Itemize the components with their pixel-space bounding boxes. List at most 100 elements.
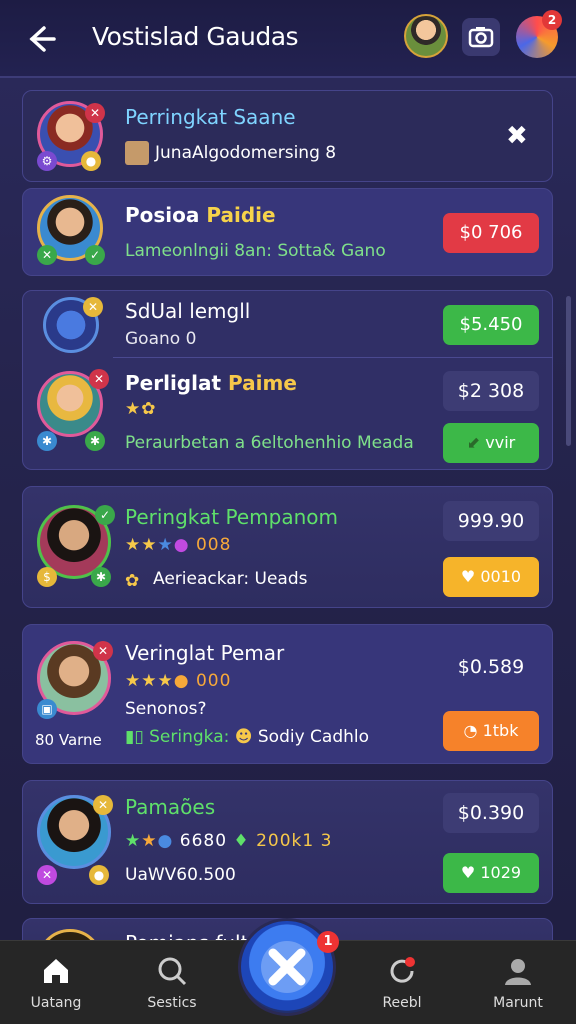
check-icon: ✓ (95, 505, 115, 525)
arrow-icon: ⬋ (466, 433, 481, 452)
nav-label: Sestics (147, 995, 197, 1011)
nav-item-profile[interactable]: Marunt (468, 941, 568, 1024)
list-item[interactable]: ⚙ ● ✕ Perringkat Saane JunaAlgodomersing… (22, 90, 553, 182)
page-title: Vostislad Gaudas (92, 22, 299, 51)
divider (113, 357, 553, 358)
leaf-icon: ✱ (91, 567, 111, 587)
leaf-icon: ✓ (85, 245, 105, 265)
action-button[interactable]: ♥ 1029 (443, 853, 539, 893)
action-label: 1tbk (482, 721, 519, 740)
camera-button[interactable] (462, 18, 500, 56)
list-item[interactable]: ✕ ✕ ● Pamaões ★★● 6680 ♦ 200k1 3 UaWV60.… (22, 780, 553, 904)
subtitle-part: Seringka: (149, 727, 230, 747)
title-part: Posioa (125, 203, 207, 227)
card-subtitle: Lameonlngii 8an: Sotta& Gano (125, 241, 386, 261)
card-title: Perringkat Saane (125, 105, 296, 129)
rating-stars: ★★★● 000 (125, 671, 231, 691)
tools-icon: ✕ (89, 369, 109, 389)
gem-icon: ● (173, 535, 190, 555)
title-part-highlight: Paime (228, 371, 297, 395)
leaf-icon: ✱ (85, 431, 105, 451)
camera-icon (468, 27, 494, 48)
sparkle-icon: ✱ (37, 431, 57, 451)
action-button[interactable]: ⬋ vvir (443, 423, 539, 463)
coin-icon: ✿ (125, 571, 140, 591)
rating-stars: ★✿ (125, 399, 157, 419)
clock-icon: ◔ (463, 721, 478, 740)
tag-label: 80 Varne (35, 731, 102, 749)
gem-icon: ● (157, 831, 174, 851)
card-subtitle: Aerieackar: Ueads (153, 569, 308, 589)
action-label: 0010 (480, 567, 522, 586)
refresh-icon (390, 957, 415, 983)
subtitle-part: Sodiy Cadhlo (257, 727, 370, 747)
scrollbar[interactable] (566, 296, 571, 446)
badge-icon: ▣ (37, 699, 57, 719)
action-label: 1029 (480, 863, 522, 882)
home-icon (44, 959, 68, 983)
star-icon-blue: ★ (157, 535, 174, 555)
card-subtitle: UaWV60.500 (125, 865, 236, 885)
title-part-highlight: Paidie (206, 203, 276, 227)
card-title: Peringkat Pempanom (125, 505, 338, 529)
price-button[interactable]: $0 706 (443, 213, 539, 253)
star-icon-orange: ★ (141, 831, 158, 851)
card-title: SdUal lemgll (125, 299, 251, 323)
card-subtitle: JunaAlgodomersing 8 (155, 143, 337, 163)
price-label: $2 308 (443, 371, 539, 411)
card-title: Posioa Paidie (125, 203, 276, 227)
action-button[interactable]: ◔ 1tbk (443, 711, 539, 751)
gear-icon: ✕ (37, 865, 57, 885)
heart-icon: ♥ (460, 567, 476, 586)
rating-value-2: 200k1 3 (256, 831, 333, 851)
coin-icon: ● (81, 151, 101, 171)
user-avatar[interactable] (404, 14, 448, 58)
rating-value: 008 (195, 535, 232, 555)
price-button[interactable]: $5.450 (443, 305, 539, 345)
tools-icon: ✕ (93, 795, 113, 815)
coin-icon: ● (173, 671, 190, 691)
app-header: Vostislad Gaudas 2 (0, 0, 576, 78)
nav-item-reebl[interactable]: Reebl (352, 941, 452, 1024)
star-icons: ★★★ (125, 671, 174, 691)
nav-label: Uatang (30, 995, 82, 1011)
card-title: Pamaões (125, 795, 216, 819)
list-item[interactable]: $ ✱ ✓ Peringkat Pempanom ★★★● 008 ✿ Aeri… (22, 486, 553, 608)
heart-icon: ♥ (460, 863, 476, 882)
search-icon (158, 957, 187, 986)
tools-icon: ✕ (37, 245, 57, 265)
title-part: Perliglat (125, 371, 228, 395)
gear-icon: ⚙ (37, 151, 57, 171)
card-title: Perliglat Paime (125, 371, 297, 395)
nav-item-search[interactable]: Sestics (122, 941, 222, 1024)
profile-icon (505, 959, 531, 985)
center-action-button[interactable]: 1 (238, 918, 339, 1016)
price-label: 999.90 (443, 501, 539, 541)
rating-value: 000 (195, 671, 232, 691)
coin-icon: $ (37, 567, 57, 587)
list-item[interactable]: ✕ ✓ Posioa Paidie Lameonlngii 8an: Sotta… (22, 188, 553, 276)
back-arrow-icon[interactable] (22, 22, 56, 56)
bar-icon: ▮▯ (125, 727, 144, 747)
star-icons: ★ (125, 831, 142, 851)
action-label: vvir (485, 433, 516, 452)
notification-button[interactable]: 2 (516, 10, 562, 58)
close-icon[interactable]: ✖ (506, 121, 528, 151)
mini-avatar (125, 141, 149, 165)
list-item[interactable]: ✕ ▣ 80 Varne Veringlat Pemar ★★★● 000 Se… (22, 624, 553, 764)
rating-stars: ★★★● 008 (125, 535, 231, 555)
notification-badge: 1 (317, 931, 339, 953)
star-icons: ★★ (125, 535, 158, 555)
rating-stars: ★★● 6680 ♦ 200k1 3 (125, 831, 332, 851)
face-icon: ☻ (234, 727, 253, 747)
price-label: $0.390 (443, 793, 539, 833)
nav-label: Reebl (382, 995, 422, 1011)
nav-item-home[interactable]: Uatang (6, 941, 106, 1024)
rating-value: 6680 (179, 831, 228, 851)
price-label: $0.589 (457, 656, 525, 678)
action-button[interactable]: ♥ 0010 (443, 557, 539, 597)
tools-icon: ✕ (85, 103, 105, 123)
list-group: ✕ SdUal lemgll Goano 0 $5.450 ✱ ✱ ✕ Perl… (22, 290, 553, 470)
coin-icon: ● (89, 865, 109, 885)
card-title: Veringlat Pemar (125, 641, 285, 665)
